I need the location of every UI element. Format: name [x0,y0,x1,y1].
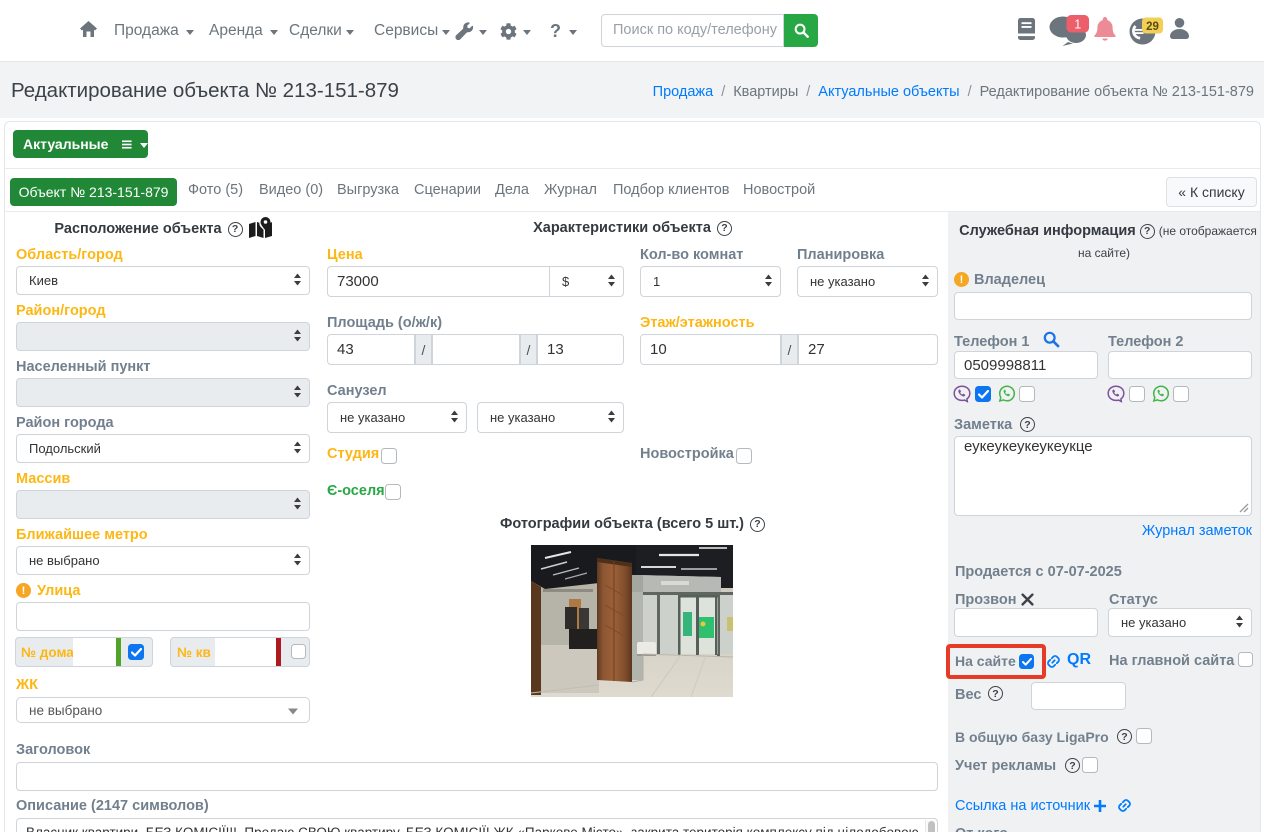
svg-text:1: 1 [1074,18,1081,32]
svg-text:29: 29 [1146,21,1159,33]
